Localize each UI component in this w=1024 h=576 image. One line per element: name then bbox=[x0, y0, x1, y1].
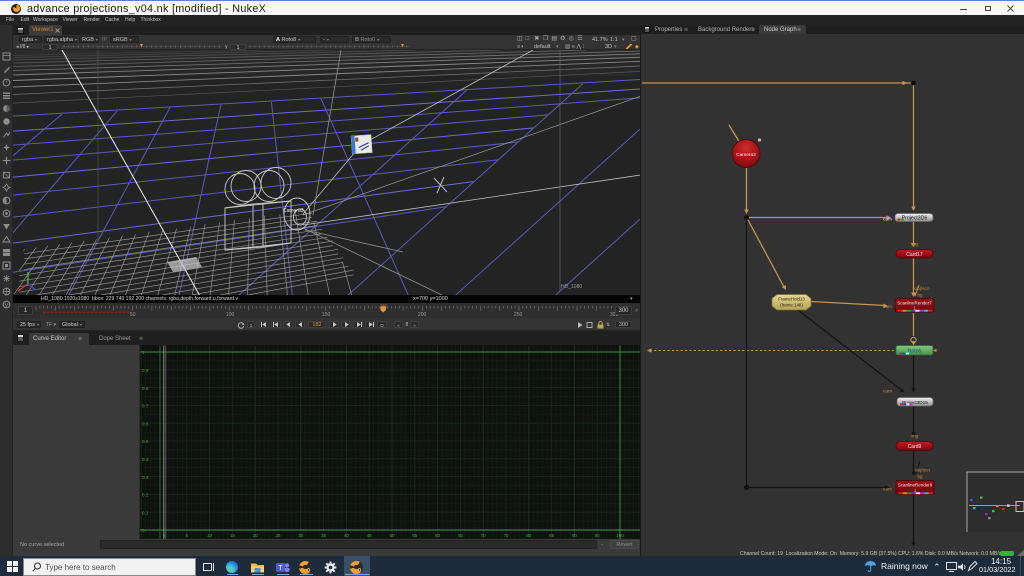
svg-text:cam: cam bbox=[883, 218, 892, 223]
svg-text:Project3D6: Project3D6 bbox=[902, 216, 928, 222]
svg-text:80: 80 bbox=[526, 533, 532, 538]
svg-text:0.9: 0.9 bbox=[142, 368, 149, 373]
svg-text:obj/scn: obj/scn bbox=[914, 286, 930, 292]
svg-text:95: 95 bbox=[595, 533, 601, 538]
svg-text:img: img bbox=[911, 433, 919, 439]
svg-text:bg: bg bbox=[918, 293, 923, 298]
svg-text:cam: cam bbox=[883, 305, 892, 310]
svg-text:100: 100 bbox=[616, 533, 624, 538]
svg-text:90: 90 bbox=[572, 533, 578, 538]
svg-text:Camera3: Camera3 bbox=[736, 152, 756, 158]
svg-text:0.2: 0.2 bbox=[142, 493, 149, 498]
svg-text:20: 20 bbox=[253, 533, 259, 538]
svg-text:0.8: 0.8 bbox=[142, 386, 149, 391]
svg-text:0.7: 0.7 bbox=[142, 404, 149, 409]
svg-text:60: 60 bbox=[435, 533, 441, 538]
svg-text:10: 10 bbox=[207, 533, 213, 538]
svg-text:bg: bg bbox=[918, 474, 923, 479]
svg-text:0.4: 0.4 bbox=[142, 457, 149, 462]
svg-text:(frame 148): (frame 148) bbox=[780, 303, 803, 308]
svg-text:1: 1 bbox=[142, 350, 145, 355]
svg-text:img: img bbox=[911, 242, 919, 248]
svg-text:ScanlineRender9: ScanlineRender9 bbox=[898, 483, 933, 488]
svg-text:cam: cam bbox=[883, 390, 892, 395]
svg-text:T: T bbox=[278, 565, 283, 572]
svg-text:75: 75 bbox=[503, 533, 509, 538]
svg-text:70: 70 bbox=[481, 533, 487, 538]
svg-text:0.1: 0.1 bbox=[142, 510, 149, 515]
svg-text:Roto6: Roto6 bbox=[908, 348, 922, 354]
svg-text:0.6: 0.6 bbox=[142, 421, 149, 426]
svg-text:cam: cam bbox=[883, 488, 892, 493]
svg-text:FrameHold13: FrameHold13 bbox=[778, 297, 805, 302]
svg-text:0.5: 0.5 bbox=[142, 439, 149, 444]
svg-text:55: 55 bbox=[412, 533, 418, 538]
svg-text:obj/scn: obj/scn bbox=[915, 468, 931, 474]
svg-text:85: 85 bbox=[549, 533, 555, 538]
svg-text:45: 45 bbox=[367, 533, 373, 538]
svg-text:0: 0 bbox=[142, 528, 145, 533]
svg-text:35: 35 bbox=[321, 533, 327, 538]
svg-text:0: 0 bbox=[163, 533, 166, 538]
svg-text:15: 15 bbox=[230, 533, 236, 538]
svg-text:40: 40 bbox=[344, 533, 350, 538]
svg-text:50: 50 bbox=[389, 533, 395, 538]
svg-text:Card9: Card9 bbox=[908, 444, 922, 450]
svg-text:25: 25 bbox=[275, 533, 281, 538]
svg-text:182: 182 bbox=[380, 304, 388, 309]
svg-text:5: 5 bbox=[186, 533, 189, 538]
svg-text:30: 30 bbox=[298, 533, 304, 538]
svg-text:0.3: 0.3 bbox=[142, 475, 149, 480]
svg-text:Card17: Card17 bbox=[906, 252, 923, 258]
svg-text:65: 65 bbox=[458, 533, 464, 538]
